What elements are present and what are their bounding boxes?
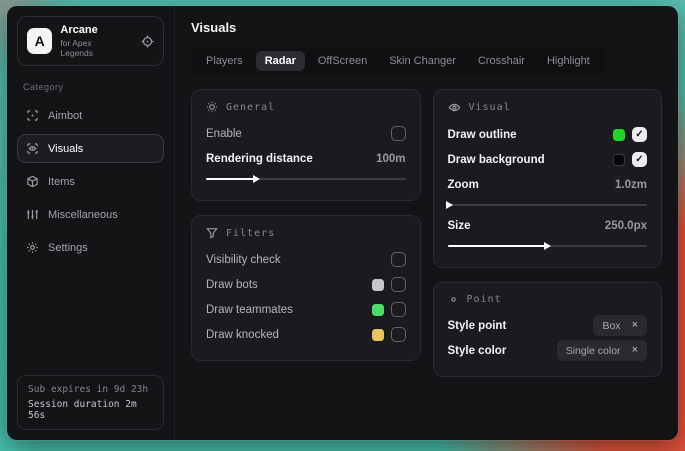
- target-icon[interactable]: [141, 35, 154, 48]
- clear-icon[interactable]: ×: [632, 320, 638, 331]
- card-title: Point: [467, 294, 502, 305]
- draw-teammates-checkbox[interactable]: [391, 302, 406, 317]
- setting-label: Visibility check: [206, 254, 281, 266]
- setting-label: Draw outline: [448, 129, 517, 141]
- setting-label: Rendering distance: [206, 153, 313, 165]
- sidebar-item-settings[interactable]: Settings: [17, 233, 164, 262]
- zoom-slider[interactable]: [448, 200, 648, 209]
- sidebar-item-label: Visuals: [48, 143, 83, 155]
- slider-thumb[interactable]: [446, 201, 453, 209]
- slider-thumb[interactable]: [544, 242, 551, 250]
- sidebar-item-label: Items: [48, 176, 75, 188]
- tab-highlight[interactable]: Highlight: [538, 51, 599, 71]
- setting-row-draw-teammates: Draw teammates: [206, 297, 406, 322]
- card-title: Filters: [226, 228, 275, 239]
- setting-row-rendering-distance: Rendering distance 100m: [206, 146, 406, 171]
- draw-background-color-swatch[interactable]: [613, 154, 625, 166]
- size-value: 250.0px: [605, 220, 647, 232]
- setting-label: Style point: [448, 320, 507, 332]
- box-icon: [26, 175, 39, 188]
- sidebar: A Arcane for Apex Legends Category: [7, 6, 175, 440]
- app-header-card: A Arcane for Apex Legends: [17, 16, 164, 66]
- sidebar-item-items[interactable]: Items: [17, 167, 164, 196]
- gear-icon: [26, 241, 39, 254]
- setting-row-enable: Enable: [206, 121, 406, 146]
- size-slider[interactable]: [448, 241, 648, 250]
- card-title: Visual: [469, 102, 511, 113]
- filters-card: Filters Visibility check Draw bots: [191, 215, 421, 361]
- draw-teammates-color-swatch[interactable]: [372, 304, 384, 316]
- setting-label: Enable: [206, 128, 242, 140]
- setting-label: Draw teammates: [206, 304, 293, 316]
- visibility-check-checkbox[interactable]: [391, 252, 406, 267]
- draw-outline-checkbox[interactable]: [632, 127, 647, 142]
- sidebar-item-visuals[interactable]: Visuals: [17, 134, 164, 163]
- rendering-distance-slider[interactable]: [206, 174, 406, 183]
- tab-players[interactable]: Players: [197, 51, 252, 71]
- style-point-select[interactable]: Box ×: [593, 315, 647, 336]
- setting-row-draw-background: Draw background: [448, 147, 648, 172]
- setting-row-style-point: Style point Box ×: [448, 313, 648, 338]
- zoom-value: 1.0zm: [615, 179, 647, 191]
- draw-bots-checkbox[interactable]: [391, 277, 406, 292]
- setting-row-zoom: Zoom 1.0zm: [448, 172, 648, 197]
- tab-skin-changer[interactable]: Skin Changer: [380, 51, 465, 71]
- draw-knocked-checkbox[interactable]: [391, 327, 406, 342]
- clear-icon[interactable]: ×: [632, 345, 638, 356]
- slider-thumb[interactable]: [253, 175, 260, 183]
- sidebar-item-miscellaneous[interactable]: Miscellaneous: [17, 200, 164, 229]
- tab-radar[interactable]: Radar: [256, 51, 305, 71]
- eye-icon: [448, 101, 461, 114]
- dot-icon: [448, 294, 459, 305]
- draw-bots-color-swatch[interactable]: [372, 279, 384, 291]
- draw-outline-color-swatch[interactable]: [613, 129, 625, 141]
- visuals-tabbar: Players Radar OffScreen Skin Changer Cro…: [191, 47, 605, 75]
- rendering-distance-value: 100m: [376, 153, 405, 165]
- setting-label: Size: [448, 220, 471, 232]
- app-logo: A: [27, 28, 52, 54]
- scan-eye-icon: [26, 142, 39, 155]
- main-content: Visuals Players Radar OffScreen Skin Cha…: [175, 6, 678, 440]
- card-title: General: [226, 102, 275, 113]
- setting-label: Draw knocked: [206, 329, 279, 341]
- general-card: General Enable Rendering distance 100m: [191, 89, 421, 201]
- setting-row-draw-bots: Draw bots: [206, 272, 406, 297]
- sidebar-item-aimbot[interactable]: Aimbot: [17, 101, 164, 130]
- grid-icon: [26, 208, 39, 221]
- setting-label: Draw bots: [206, 279, 258, 291]
- sidebar-item-label: Aimbot: [48, 110, 82, 122]
- session-duration-text: Session duration 2m 56s: [28, 399, 153, 421]
- setting-row-style-color: Style color Single color ×: [448, 338, 648, 363]
- category-label: Category: [23, 82, 158, 92]
- app-subtitle: for Apex Legends: [60, 38, 125, 58]
- setting-label: Zoom: [448, 179, 479, 191]
- app-window: A Arcane for Apex Legends Category: [7, 6, 678, 440]
- funnel-icon: [206, 227, 218, 239]
- visual-card: Visual Draw outline Draw background: [433, 89, 663, 268]
- sidebar-item-label: Miscellaneous: [48, 209, 118, 221]
- setting-row-draw-outline: Draw outline: [448, 122, 648, 147]
- setting-row-visibility-check: Visibility check: [206, 247, 406, 272]
- page-title: Visuals: [191, 20, 662, 35]
- setting-row-size: Size 250.0px: [448, 213, 648, 238]
- sun-gear-icon: [206, 101, 218, 113]
- app-name: Arcane: [60, 24, 125, 36]
- setting-label: Style color: [448, 345, 507, 357]
- sub-expiry-text: Sub expires in 9d 23h: [28, 384, 153, 395]
- enable-checkbox[interactable]: [391, 126, 406, 141]
- tab-crosshair[interactable]: Crosshair: [469, 51, 534, 71]
- crosshair-icon: [26, 109, 39, 122]
- subscription-info: Sub expires in 9d 23h Session duration 2…: [17, 375, 164, 430]
- sidebar-item-label: Settings: [48, 242, 88, 254]
- draw-knocked-color-swatch[interactable]: [372, 329, 384, 341]
- setting-label: Draw background: [448, 154, 545, 166]
- style-color-select[interactable]: Single color ×: [557, 340, 647, 361]
- setting-row-draw-knocked: Draw knocked: [206, 322, 406, 347]
- style-color-value: Single color: [566, 345, 621, 357]
- point-card: Point Style point Box × Style color: [433, 282, 663, 377]
- tab-offscreen[interactable]: OffScreen: [309, 51, 376, 71]
- draw-background-checkbox[interactable]: [632, 152, 647, 167]
- style-point-value: Box: [602, 320, 620, 332]
